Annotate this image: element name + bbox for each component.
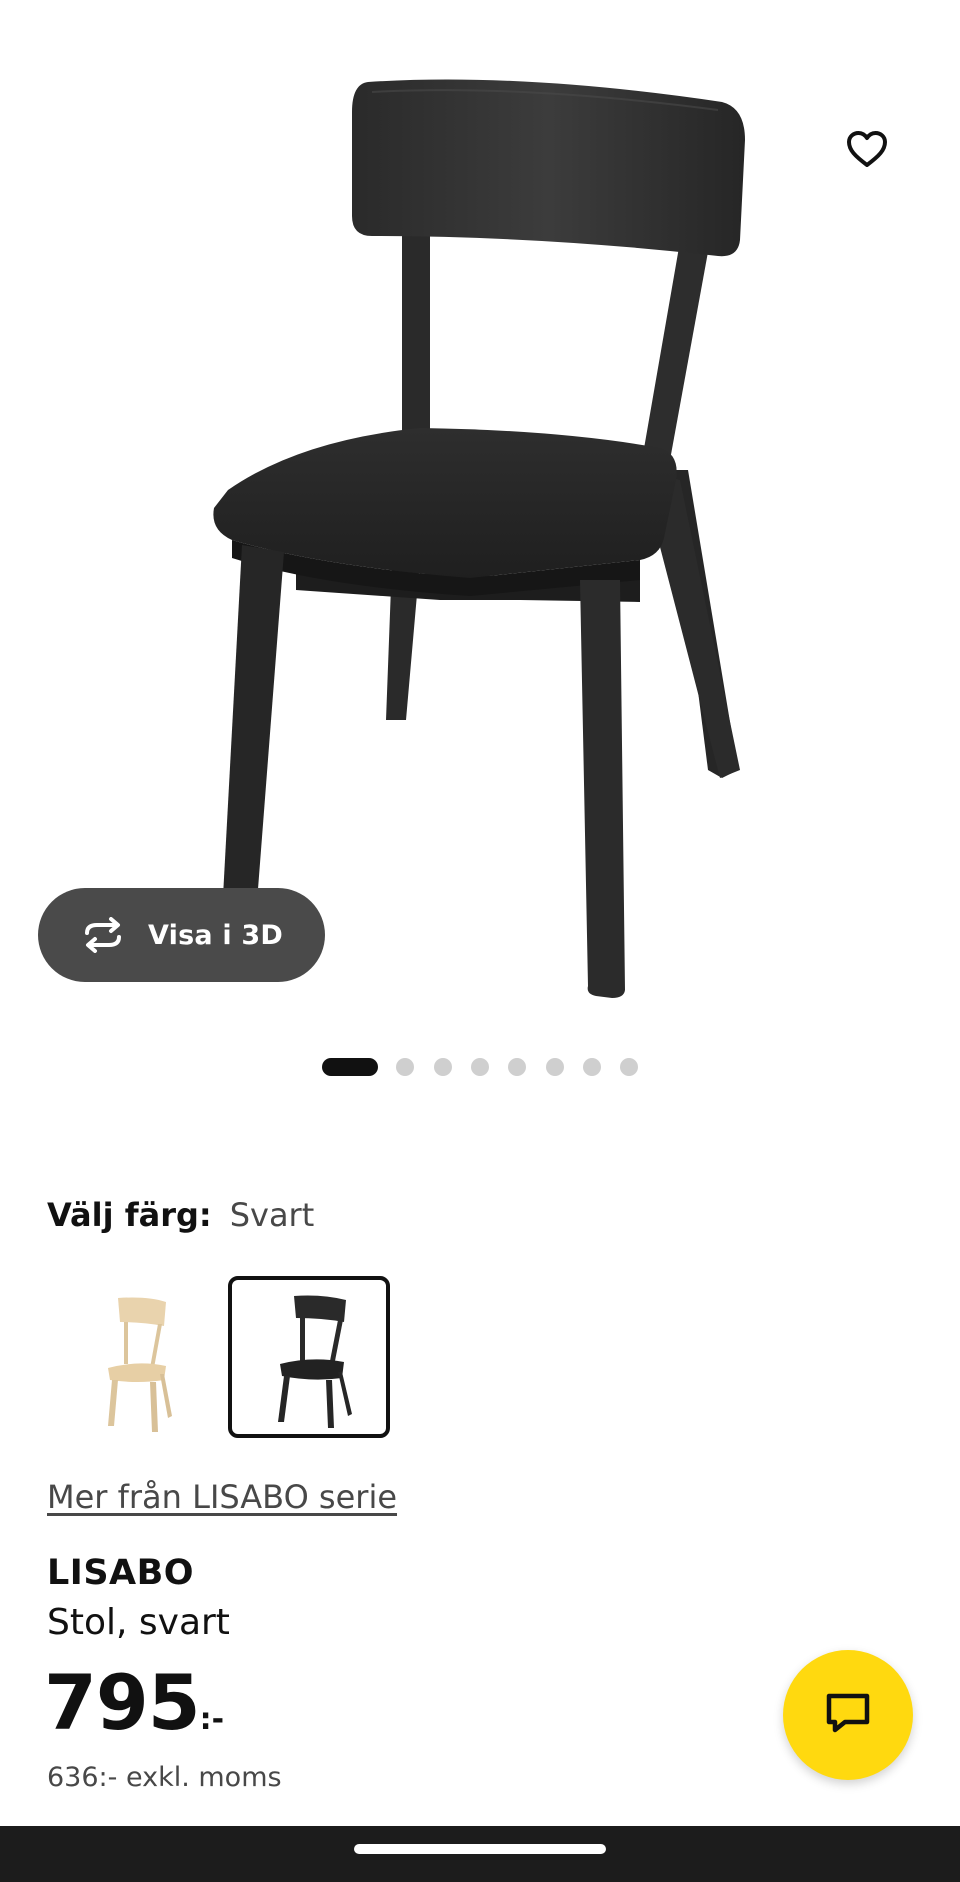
rotate-3d-icon	[78, 915, 128, 955]
carousel-dot-7[interactable]	[583, 1058, 601, 1076]
carousel-dot-2[interactable]	[396, 1058, 414, 1076]
selected-color-value: Svart	[229, 1196, 315, 1234]
favorite-button[interactable]	[836, 120, 898, 182]
carousel-dot-6[interactable]	[546, 1058, 564, 1076]
color-swatch-ash[interactable]	[48, 1276, 210, 1438]
carousel-dot-4[interactable]	[471, 1058, 489, 1076]
product-description: Stol, svart	[47, 1602, 230, 1643]
system-navigation-bar	[0, 1826, 960, 1882]
price-amount: 795	[44, 1658, 201, 1747]
swatch-chair-black-image	[278, 1295, 352, 1428]
view-in-3d-label: Visa i 3D	[148, 919, 284, 951]
chat-icon	[823, 1690, 873, 1740]
product-name: LISABO	[47, 1553, 195, 1593]
color-selector-header: Välj färg: Svart	[47, 1196, 314, 1246]
carousel-dot-1[interactable]	[322, 1058, 378, 1076]
price-suffix: :-	[199, 1702, 225, 1737]
heart-outline-icon	[845, 129, 889, 173]
product-price: 795 :-	[44, 1658, 224, 1747]
product-image-chair[interactable]	[0, 0, 960, 1020]
view-in-3d-button[interactable]: Visa i 3D	[38, 888, 325, 982]
image-carousel-indicator	[0, 1056, 960, 1076]
series-link[interactable]: Mer från LISABO serie	[47, 1478, 397, 1516]
carousel-dot-3[interactable]	[434, 1058, 452, 1076]
carousel-dot-5[interactable]	[508, 1058, 526, 1076]
product-image-gallery[interactable]: Visa i 3D	[0, 0, 960, 1020]
swatch-chair-ash-image	[108, 1297, 172, 1432]
home-indicator[interactable]	[354, 1844, 606, 1854]
carousel-dot-8[interactable]	[620, 1058, 638, 1076]
color-swatch-black[interactable]	[228, 1276, 390, 1438]
color-label: Välj färg:	[47, 1196, 212, 1234]
chat-button[interactable]	[783, 1650, 913, 1780]
price-excluding-vat: 636:- exkl. moms	[47, 1762, 282, 1793]
